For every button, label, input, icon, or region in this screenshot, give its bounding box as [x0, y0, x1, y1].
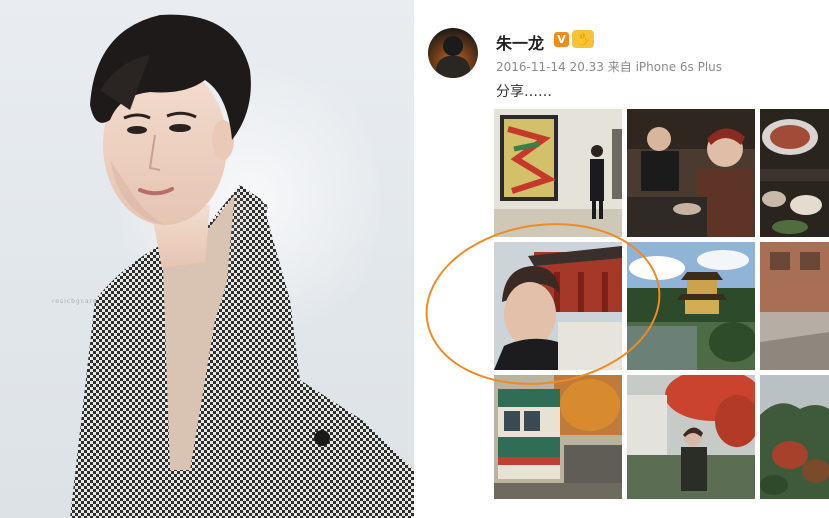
post-username[interactable]: 朱一龙 [496, 30, 544, 54]
photo-food-table[interactable] [760, 109, 829, 237]
post-source-prefix: 来自 [607, 60, 632, 74]
portrait-photo: rosicbgcare [0, 0, 414, 518]
post-device[interactable]: iPhone 6s Plus [636, 60, 722, 74]
screenshot-root: rosicbgcare 朱一龙 V ✋ 2016-11-14 20.33 来自 … [0, 0, 829, 518]
photo-restaurant-selfie[interactable] [627, 109, 755, 237]
user-avatar[interactable] [428, 28, 478, 78]
post-caption: 分享…… [496, 84, 552, 100]
photo-green-tram[interactable] [494, 375, 622, 499]
photo-museum-painting[interactable] [494, 109, 622, 237]
post-timestamp: 2016-11-14 20.33 [496, 60, 604, 74]
photo-golden-pavilion[interactable] [627, 242, 755, 370]
verified-icon: V [554, 32, 569, 47]
photo-brick-building-street[interactable] [760, 242, 829, 370]
portrait-illustration [70, 14, 414, 518]
photo-shrine-selfie[interactable] [494, 242, 622, 370]
photo-autumn-park-walk[interactable] [627, 375, 755, 499]
photo-grid [494, 109, 829, 499]
post-meta: 2016-11-14 20.33 来自 iPhone 6s Plus [496, 58, 722, 75]
avatar-body-shape [436, 56, 470, 78]
watermark-text: rosicbgcare [52, 298, 98, 305]
fan-badge-icon: ✋ [572, 30, 594, 48]
avatar-head-shape [443, 36, 463, 56]
photo-forest-autumn-view[interactable] [760, 375, 829, 499]
